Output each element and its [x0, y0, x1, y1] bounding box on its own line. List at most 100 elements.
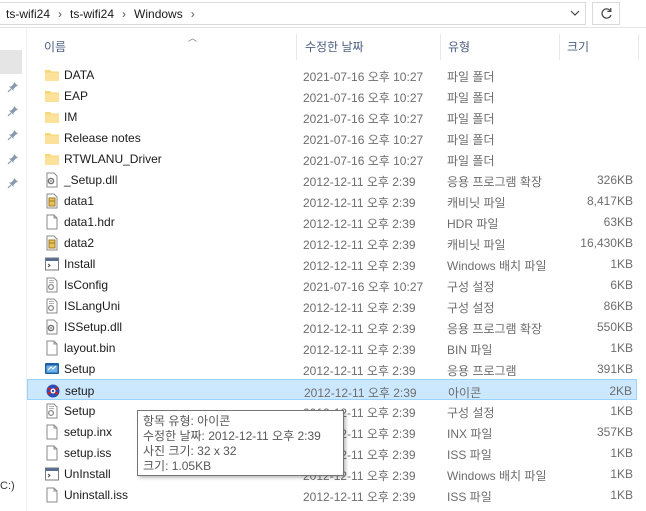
- pin-icon[interactable]: [7, 129, 19, 141]
- pin-icon[interactable]: [7, 153, 19, 165]
- address-dropdown-button[interactable]: [566, 4, 584, 22]
- column-divider[interactable]: [440, 34, 441, 60]
- refresh-icon: [600, 8, 612, 19]
- file-type: INX 파일: [447, 427, 493, 441]
- nav-drive-label[interactable]: C:): [0, 480, 15, 492]
- file-type: 캐비닛 파일: [447, 196, 506, 210]
- file-date: 2012-12-11 오후 2:39: [304, 386, 417, 400]
- file-date: 2021-07-16 오후 10:27: [303, 280, 424, 294]
- document-icon: [46, 487, 58, 503]
- file-size: 6KB: [610, 278, 633, 292]
- file-name: setup: [65, 384, 95, 398]
- file-size: 391KB: [596, 362, 633, 376]
- column-name[interactable]: 이름: [44, 38, 66, 55]
- file-row[interactable]: Uninstall.iss 2012-12-11 오후 2:39 ISS 파일 1KB: [27, 484, 637, 505]
- file-name: EAP: [64, 89, 89, 103]
- batch-file-icon: [45, 257, 59, 271]
- file-row[interactable]: ISLangUni 2012-12-11 오후 2:39 구성 설정 86KB: [27, 295, 637, 316]
- chevron-right-icon[interactable]: ›: [191, 7, 195, 21]
- breadcrumb-item[interactable]: Windows: [134, 7, 183, 21]
- breadcrumb-item[interactable]: ts-wifi24: [6, 7, 50, 21]
- file-size: 86KB: [603, 299, 633, 313]
- file-name: IsConfig: [64, 278, 109, 292]
- file-name: Setup: [64, 362, 96, 376]
- column-divider[interactable]: [559, 34, 560, 60]
- column-type[interactable]: 유형: [448, 38, 470, 55]
- file-name: Setup: [64, 404, 96, 418]
- file-name: setup.inx: [64, 425, 113, 439]
- nav-item-selected[interactable]: [0, 50, 22, 74]
- file-row[interactable]: RTWLANU_Driver 2021-07-16 오후 10:27 파일 폴더: [27, 148, 637, 169]
- breadcrumb-item[interactable]: ts-wifi24: [70, 7, 114, 21]
- document-icon: [46, 340, 58, 356]
- file-size: 1KB: [610, 257, 633, 271]
- file-row[interactable]: IsConfig 2021-07-16 오후 10:27 구성 설정 6KB: [27, 274, 637, 295]
- column-size[interactable]: 크기: [567, 38, 589, 55]
- settings-file-icon: [46, 403, 58, 419]
- column-date[interactable]: 수정한 날짜: [305, 38, 364, 55]
- column-divider[interactable]: [638, 34, 639, 60]
- file-row[interactable]: Install 2012-12-11 오후 2:39 Windows 배치 파일 1K…: [27, 253, 637, 274]
- cabinet-file-icon: [46, 193, 58, 209]
- file-type: 응용 프로그램 확장: [447, 175, 542, 189]
- file-row[interactable]: data1 2012-12-11 오후 2:39 캐비닛 파일 8,417KB: [27, 190, 637, 211]
- settings-file-icon: [46, 298, 58, 314]
- file-name: layout.bin: [64, 341, 116, 355]
- breadcrumb[interactable]: ts-wifi24 › ts-wifi24 › Windows ›: [0, 2, 586, 25]
- file-type: 아이콘: [448, 386, 482, 400]
- address-bar: ts-wifi24 › ts-wifi24 › Windows ›: [0, 0, 646, 28]
- file-name: data1.hdr: [64, 215, 115, 229]
- file-date: 2012-12-11 오후 2:39: [303, 301, 416, 315]
- file-size: 16,430KB: [580, 236, 633, 250]
- file-size: 357KB: [596, 425, 633, 439]
- dll-file-icon: [46, 172, 58, 188]
- file-type: HDR 파일: [447, 217, 499, 231]
- tooltip-item-type: 항목 유형: 아이콘: [143, 414, 231, 428]
- file-type: 응용 프로그램 확장: [447, 322, 542, 336]
- file-name: ISSetup.dll: [64, 320, 123, 334]
- file-type: 구성 설정: [447, 280, 495, 294]
- pin-icon[interactable]: [7, 81, 19, 93]
- file-date: 2012-12-11 오후 2:39: [303, 343, 416, 357]
- file-type: 파일 폴더: [447, 91, 495, 105]
- file-size: 63KB: [603, 215, 633, 229]
- file-row[interactable]: IM 2021-07-16 오후 10:27 파일 폴더: [27, 106, 637, 127]
- file-row[interactable]: data1.hdr 2012-12-11 오후 2:39 HDR 파일 63KB: [27, 211, 637, 232]
- file-row[interactable]: Release notes 2021-07-16 오후 10:27 파일 폴더: [27, 127, 637, 148]
- refresh-button[interactable]: [592, 2, 620, 25]
- tooltip-modified-date: 수정한 날짜: 2012-12-11 오후 2:39: [143, 429, 321, 443]
- file-row[interactable]: layout.bin 2012-12-11 오후 2:39 BIN 파일 1KB: [27, 337, 637, 358]
- file-date: 2012-12-11 오후 2:39: [303, 175, 416, 189]
- pin-icon[interactable]: [7, 105, 19, 117]
- file-row[interactable]: data2 2012-12-11 오후 2:39 캐비닛 파일 16,430KB: [27, 232, 637, 253]
- tooltip-file-size: 크기: 1.05KB: [143, 459, 212, 473]
- column-header: ︿ 이름 수정한 날짜 유형 크기: [27, 28, 646, 64]
- chevron-right-icon[interactable]: ›: [122, 7, 126, 21]
- file-row[interactable]: Setup 2012-12-11 오후 2:39 응용 프로그램 391KB: [27, 358, 637, 379]
- application-icon: [45, 363, 59, 374]
- file-row[interactable]: _Setup.dll 2012-12-11 오후 2:39 응용 프로그램 확장 32…: [27, 169, 637, 190]
- pin-icon[interactable]: [7, 177, 19, 189]
- file-name: Release notes: [64, 131, 141, 145]
- file-name: ISLangUni: [64, 299, 121, 313]
- file-date: 2012-12-11 오후 2:39: [303, 238, 416, 252]
- file-type: 파일 폴더: [447, 70, 495, 84]
- file-type: 구성 설정: [447, 301, 495, 315]
- cabinet-file-icon: [46, 235, 58, 251]
- right-edge: [637, 64, 646, 511]
- sort-ascending-icon: ︿: [188, 33, 198, 43]
- column-divider[interactable]: [296, 34, 297, 60]
- file-row[interactable]: EAP 2021-07-16 오후 10:27 파일 폴더: [27, 85, 637, 106]
- file-row[interactable]: ISSetup.dll 2012-12-11 오후 2:39 응용 프로그램 확장 5…: [27, 316, 637, 337]
- file-name: UnInstall: [64, 467, 111, 481]
- file-size: 2KB: [609, 384, 632, 398]
- file-type: 파일 폴더: [447, 133, 495, 147]
- file-date: 2021-07-16 오후 10:27: [303, 154, 424, 168]
- file-date: 2021-07-16 오후 10:27: [303, 91, 424, 105]
- chevron-right-icon[interactable]: ›: [58, 7, 62, 21]
- file-date: 2012-12-11 오후 2:39: [303, 217, 416, 231]
- file-row[interactable]: setup 2012-12-11 오후 2:39 아이콘 2KB: [27, 379, 637, 400]
- file-name: Install: [64, 257, 96, 271]
- file-row[interactable]: DATA 2021-07-16 오후 10:27 파일 폴더: [27, 64, 637, 85]
- file-type: BIN 파일: [447, 343, 493, 357]
